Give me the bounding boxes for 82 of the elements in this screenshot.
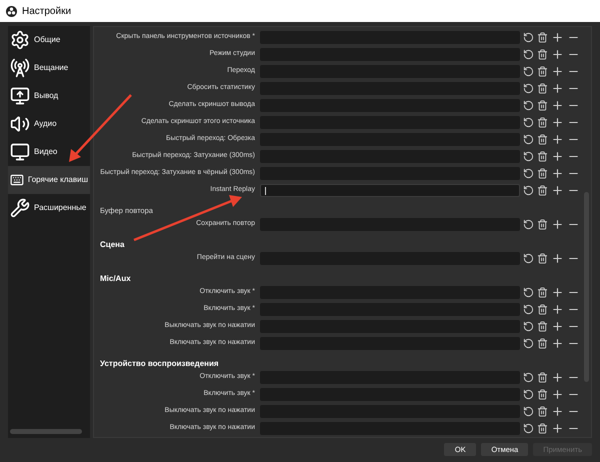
add-icon[interactable]	[551, 116, 564, 129]
revert-icon[interactable]	[523, 100, 534, 111]
window-title: Настройки	[22, 4, 72, 18]
sidebar-item[interactable]: Расширенные	[8, 194, 90, 222]
monitor-icon	[10, 142, 30, 162]
add-icon[interactable]	[551, 337, 564, 350]
trash-icon[interactable]	[537, 423, 548, 434]
trash-icon[interactable]	[537, 304, 548, 315]
trash-icon[interactable]	[537, 32, 548, 43]
revert-icon[interactable]	[523, 219, 534, 230]
trash-icon[interactable]	[537, 83, 548, 94]
trash-icon[interactable]	[537, 287, 548, 298]
group-heading: Устройство воспроизведения	[99, 358, 220, 369]
trash-icon[interactable]	[537, 321, 548, 332]
sidebar-item[interactable]: Вывод	[8, 82, 90, 110]
revert-icon[interactable]	[523, 287, 534, 298]
add-icon[interactable]	[551, 371, 564, 384]
add-icon[interactable]	[551, 303, 564, 316]
revert-icon[interactable]	[523, 406, 534, 417]
add-icon[interactable]	[551, 99, 564, 112]
add-icon[interactable]	[551, 286, 564, 299]
revert-icon[interactable]	[523, 32, 534, 43]
revert-icon[interactable]	[523, 185, 534, 196]
revert-icon[interactable]	[523, 49, 534, 60]
revert-icon[interactable]	[523, 372, 534, 383]
group-heading: Сцена	[99, 239, 126, 250]
revert-icon[interactable]	[523, 168, 534, 179]
sidebar-item[interactable]: Видео	[8, 138, 90, 166]
trash-icon[interactable]	[537, 49, 548, 60]
revert-icon[interactable]	[523, 423, 534, 434]
gear-icon	[10, 30, 30, 50]
hotkey-input-field[interactable]	[260, 184, 520, 197]
trash-icon[interactable]	[537, 134, 548, 145]
trash-icon[interactable]	[537, 406, 548, 417]
revert-icon[interactable]	[523, 321, 534, 332]
add-icon[interactable]	[551, 252, 564, 265]
sidebar-item[interactable]: Вещание	[8, 54, 90, 82]
trash-icon[interactable]	[537, 372, 548, 383]
trash-icon[interactable]	[537, 338, 548, 349]
revert-icon[interactable]	[523, 117, 534, 128]
add-icon[interactable]	[551, 133, 564, 146]
sidebar-item[interactable]: Аудио	[8, 110, 90, 138]
trash-icon[interactable]	[537, 219, 548, 230]
trash-icon[interactable]	[537, 389, 548, 400]
add-icon[interactable]	[551, 184, 564, 197]
add-icon[interactable]	[551, 65, 564, 78]
monitor-arrow-icon	[10, 86, 30, 106]
text-cursor	[265, 186, 266, 194]
annotation-arrow	[66, 92, 134, 164]
revert-icon[interactable]	[523, 83, 534, 94]
add-icon[interactable]	[551, 388, 564, 401]
trash-icon[interactable]	[537, 151, 548, 162]
trash-icon[interactable]	[537, 117, 548, 128]
add-icon[interactable]	[551, 167, 564, 180]
add-icon[interactable]	[551, 422, 564, 435]
group-heading: Mic/Aux	[99, 273, 132, 284]
sidebar-item[interactable]: Горячие клавиш	[8, 166, 90, 194]
horizontal-scrollbar[interactable]	[10, 429, 82, 434]
trash-icon[interactable]	[537, 66, 548, 77]
add-icon[interactable]	[551, 405, 564, 418]
add-icon[interactable]	[551, 218, 564, 231]
add-icon[interactable]	[551, 82, 564, 95]
revert-icon[interactable]	[523, 134, 534, 145]
trash-icon[interactable]	[537, 185, 548, 196]
antenna-icon	[10, 58, 30, 78]
trash-icon[interactable]	[537, 168, 548, 179]
trash-icon[interactable]	[537, 100, 548, 111]
speaker-icon	[10, 114, 30, 134]
add-icon[interactable]	[551, 31, 564, 44]
app-logo-icon	[6, 6, 17, 16]
revert-icon[interactable]	[523, 151, 534, 162]
trash-icon[interactable]	[537, 253, 548, 264]
revert-icon[interactable]	[523, 66, 534, 77]
add-icon[interactable]	[551, 320, 564, 333]
sidebar-item[interactable]: Общие	[8, 26, 90, 54]
revert-icon[interactable]	[523, 338, 534, 349]
revert-icon[interactable]	[523, 253, 534, 264]
revert-icon[interactable]	[523, 304, 534, 315]
wrench-icon	[10, 198, 30, 218]
add-icon[interactable]	[551, 48, 564, 61]
revert-icon[interactable]	[523, 389, 534, 400]
add-icon[interactable]	[551, 150, 564, 163]
